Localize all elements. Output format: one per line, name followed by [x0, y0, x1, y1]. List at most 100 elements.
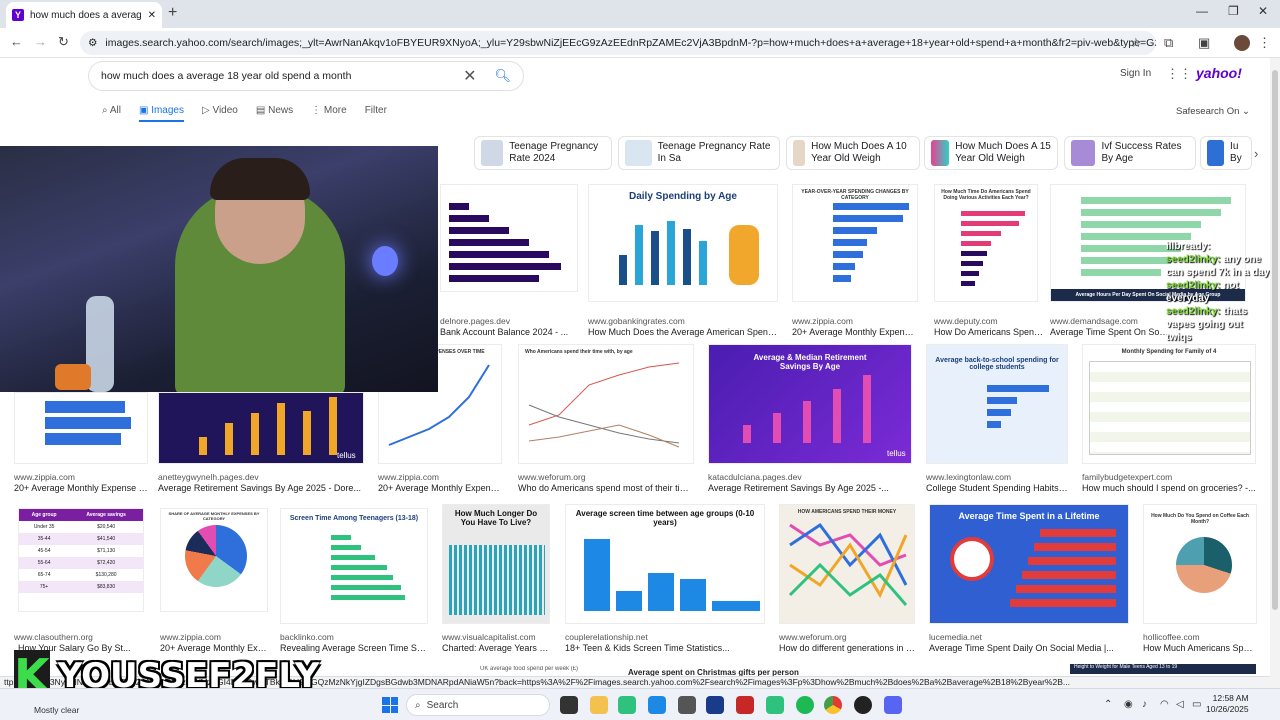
mcafee-icon[interactable] [736, 696, 754, 714]
search-input[interactable]: how much does a average 18 year old spen… [88, 61, 524, 91]
image-result[interactable]: UK average food spend per week (£) [480, 666, 588, 676]
speaker-icon[interactable]: ◉ [1124, 699, 1133, 710]
task-view-icon[interactable] [560, 696, 578, 714]
safesearch-toggle[interactable]: Safesearch On ⌄ [1176, 106, 1250, 117]
chat-message: twiqs [1166, 331, 1270, 344]
result-caption: How Much Americans Spend ... [1143, 643, 1257, 653]
taskbar-search[interactable]: ⌕ Search [406, 694, 550, 716]
line-chart-thumb [528, 362, 680, 448]
result-caption: Charted: Average Years Left... [442, 643, 550, 653]
search-icon[interactable]: 🔍︎ [494, 68, 511, 84]
tab-more[interactable]: ⋮ More [311, 105, 347, 122]
browser-tab-active[interactable]: Y how much does a average 18 y ✕ [6, 2, 162, 28]
apps-grid-icon[interactable]: ⋮⋮ [1166, 66, 1192, 82]
result-caption: How do different generations in the ... [779, 643, 915, 653]
table-cell: $72,420 [97, 560, 116, 566]
image-result[interactable]: Height to Weight for Male Teens Aged 13 … [1070, 664, 1256, 674]
xbox-icon[interactable] [766, 696, 784, 714]
clear-search-icon[interactable]: ✕ [463, 66, 476, 86]
site-info-icon[interactable]: ⚙ [88, 37, 97, 49]
copilot-icon[interactable] [618, 696, 636, 714]
chat-username: seed2linky: [1166, 306, 1221, 317]
result-chart-title: Height to Weight for Male Teens Aged 13 … [1074, 664, 1178, 670]
table-cell: 75+ [39, 584, 49, 590]
lightshot-icon[interactable] [706, 696, 724, 714]
volume-icon[interactable]: ◁ [1176, 699, 1184, 710]
result-caption: 18+ Teen & Kids Screen Time Statistics..… [565, 643, 730, 653]
result-source: www.weforum.org [518, 472, 586, 482]
tab-all[interactable]: ⌕ All [102, 105, 121, 122]
result-image: Who Americans spend their time with, by … [518, 344, 694, 464]
webcam-snack-bag [55, 364, 91, 390]
tab-images[interactable]: ▣ Images [138, 105, 184, 122]
side-panel-icon[interactable]: ▣ [1198, 35, 1210, 51]
windows-start-icon[interactable] [382, 697, 398, 713]
search-icon: ⌕ [415, 699, 421, 711]
chat-message: seed2linky: not everyday [1166, 279, 1270, 305]
back-arrow-icon[interactable]: ← [10, 34, 23, 49]
result-image: SHARE OF AVERAGE MONTHLY EXPENSES BY CAT… [160, 508, 268, 612]
related-thumbnail [1071, 140, 1096, 166]
related-search-item[interactable]: Teenage Pregnancy Rate In Sa [618, 136, 780, 170]
address-bar[interactable]: ⚙ images.search.yahoo.com/search/images;… [80, 31, 1156, 55]
result-image: How Much Time Do Americans Spend Doing V… [934, 184, 1038, 302]
table-cell: 65-74 [37, 572, 51, 578]
result-chart-title: Screen Time Among Teenagers (13-18) [289, 515, 419, 522]
result-source: katacdulciana.pages.dev [708, 472, 802, 482]
related-search-item[interactable]: Ivf Success Rates By Age [1064, 136, 1196, 170]
discord-icon[interactable] [884, 696, 902, 714]
maximize-icon[interactable]: ❐ [1228, 4, 1239, 18]
battery-icon[interactable]: ▭ [1192, 699, 1201, 710]
webcam-lamp [372, 246, 398, 276]
tab-all-label: All [109, 105, 121, 116]
bookmark-star-icon[interactable]: ☆ [1130, 35, 1142, 51]
result-image: How Much Do You Spend on Coffee Each Mon… [1143, 504, 1257, 624]
taskbar-clock[interactable]: 12:58 AM 10/26/2025 [1206, 693, 1249, 715]
store-icon[interactable] [678, 696, 696, 714]
file-explorer-icon[interactable] [590, 696, 608, 714]
url-text: images.search.yahoo.com/search/images;_y… [105, 37, 1156, 49]
reload-icon[interactable]: ↻ [58, 34, 69, 50]
clock-date: 10/26/2025 [1206, 704, 1249, 714]
webcam-overlay [0, 146, 438, 392]
result-caption: 20+ Average Monthly Expense St... [378, 483, 502, 493]
result-image: Average & Median Retirement Savings By A… [708, 344, 912, 464]
result-chart-title: How Much Do You Spend on Coffee Each Mon… [1151, 513, 1249, 525]
tab-video[interactable]: ▷ Video [202, 105, 238, 122]
result-caption: Bank Account Balance 2024 - ... [440, 327, 569, 337]
related-thumbnail [1207, 140, 1225, 166]
result-source: www.lexingtonlaw.com [926, 472, 1012, 482]
spotify-icon[interactable] [796, 696, 814, 714]
result-image: Average back-to-school spending for coll… [926, 344, 1068, 464]
tab-images-label: Images [151, 105, 184, 116]
related-search-item[interactable]: How Much Does A 10 Year Old Weigh [786, 136, 920, 170]
scrollbar-thumb[interactable] [1272, 70, 1278, 610]
tray-overflow-icon[interactable]: ⌃ [1104, 699, 1112, 710]
related-search-item[interactable]: Iu By [1200, 136, 1252, 170]
related-next-arrow-icon[interactable]: › [1254, 146, 1258, 161]
forward-arrow-icon[interactable]: → [34, 34, 47, 49]
profile-avatar[interactable] [1234, 35, 1250, 51]
related-search-item[interactable]: Teenage Pregnancy Rate 2024 [474, 136, 612, 170]
extensions-icon[interactable]: ⧉ [1164, 35, 1173, 51]
weather-widget[interactable]: Mostly clear [34, 705, 79, 715]
browser-menu-icon[interactable]: ⋮ [1258, 35, 1271, 51]
related-label: Ivf Success Rates By Age [1101, 141, 1182, 164]
sign-in-link[interactable]: Sign In [1120, 68, 1151, 79]
search-query-text: how much does a average 18 year old spen… [101, 70, 352, 82]
obs-icon[interactable] [854, 696, 872, 714]
result-source: lucemedia.net [929, 632, 982, 642]
new-tab-button[interactable]: + [168, 4, 177, 22]
close-window-icon[interactable]: ✕ [1258, 4, 1268, 18]
table-cell: $71,130 [97, 548, 116, 554]
yahoo-logo[interactable]: yahoo! [1196, 65, 1242, 81]
wifi-icon[interactable]: ◠ [1160, 699, 1169, 710]
tab-close-icon[interactable]: ✕ [148, 10, 156, 21]
minimize-icon[interactable]: — [1196, 4, 1208, 18]
tab-news[interactable]: ▤ News [256, 105, 293, 122]
tab-filter[interactable]: Filter [365, 105, 387, 122]
related-search-item[interactable]: How Much Does A 15 Year Old Weigh [924, 136, 1058, 170]
edge-icon[interactable] [648, 696, 666, 714]
chrome-icon[interactable] [824, 696, 842, 714]
microphone-icon[interactable]: ♪ [1142, 699, 1147, 710]
